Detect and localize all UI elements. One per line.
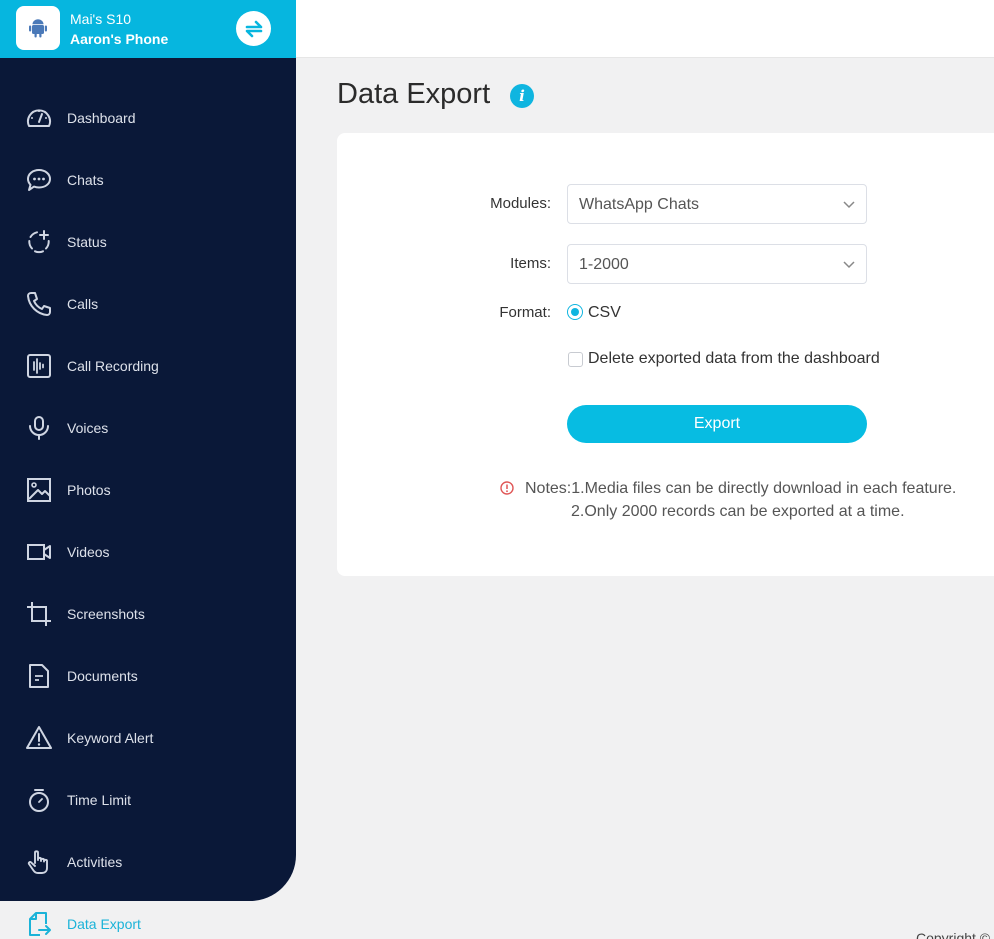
switch-device-icon xyxy=(245,20,262,37)
chevron-down-icon xyxy=(843,201,855,209)
items-select-value: 1-2000 xyxy=(579,256,629,273)
stopwatch-icon xyxy=(26,787,52,813)
sidebar-item-dashboard[interactable]: Dashboard xyxy=(0,95,296,141)
sidebar-item-label: Videos xyxy=(67,544,110,560)
crop-icon xyxy=(26,601,52,627)
device-owner: Aaron's Phone xyxy=(70,31,169,47)
sidebar-item-status[interactable]: Status xyxy=(0,219,296,265)
dashboard-gauge-icon xyxy=(26,105,52,131)
sidebar-item-label: Keyword Alert xyxy=(67,730,154,746)
chevron-down-icon xyxy=(843,261,855,269)
device-name: Mai's S10 xyxy=(70,11,132,27)
sidebar-item-label: Data Export xyxy=(67,916,141,932)
items-label: Items: xyxy=(510,255,551,272)
document-icon xyxy=(26,663,52,689)
sidebar-item-call-recording[interactable]: Call Recording xyxy=(0,343,296,389)
device-header: Mai's S10 Aaron's Phone xyxy=(0,0,296,58)
sidebar-item-time-limit[interactable]: Time Limit xyxy=(0,777,296,823)
android-icon xyxy=(16,6,60,50)
note-line-1: Notes:1.Media files can be directly down… xyxy=(525,480,957,497)
copyright-text: Copyright © xyxy=(916,930,991,939)
modules-select-value: WhatsApp Chats xyxy=(579,196,700,213)
sidebar-item-label: Call Recording xyxy=(67,358,159,374)
switch-device-button[interactable] xyxy=(236,11,271,46)
warning-circle-icon xyxy=(500,481,514,495)
sidebar-item-label: Photos xyxy=(67,482,111,498)
items-select[interactable]: 1-2000 xyxy=(567,244,867,284)
sidebar-item-voices[interactable]: Voices xyxy=(0,405,296,451)
page-title: Data Export xyxy=(337,78,491,110)
sidebar-item-label: Voices xyxy=(67,420,109,436)
audio-wave-icon xyxy=(26,353,52,379)
microphone-icon xyxy=(26,415,52,441)
sidebar-item-label: Dashboard xyxy=(67,110,136,126)
delete-exported-label[interactable]: Delete exported data from the dashboard xyxy=(588,350,880,368)
sidebar-item-label: Status xyxy=(67,234,107,250)
radio-selected-dot xyxy=(571,308,579,316)
sidebar-item-data-export[interactable]: Data Export xyxy=(6,901,306,939)
note-line-2: 2.Only 2000 records can be exported at a… xyxy=(571,503,905,520)
sidebar-item-label: Documents xyxy=(67,668,138,684)
export-file-icon xyxy=(26,911,52,937)
video-camera-icon xyxy=(26,539,52,565)
sidebar-item-videos[interactable]: Videos xyxy=(0,529,296,575)
sidebar-item-activities[interactable]: Activities xyxy=(0,839,296,885)
sidebar-item-keyword-alert[interactable]: Keyword Alert xyxy=(0,715,296,761)
image-icon xyxy=(26,477,52,503)
sidebar-item-chats[interactable]: Chats xyxy=(0,157,296,203)
status-circle-plus-icon xyxy=(26,229,52,255)
sidebar-item-label: Time Limit xyxy=(67,792,132,808)
chat-bubble-icon xyxy=(26,167,52,193)
sidebar-item-label: Chats xyxy=(67,172,104,188)
modules-select[interactable]: WhatsApp Chats xyxy=(567,184,867,224)
sidebar-item-screenshots[interactable]: Screenshots xyxy=(0,591,296,637)
sidebar-item-label: Calls xyxy=(67,296,99,312)
sidebar: Dashboard Chats Status Calls Call Record… xyxy=(0,58,296,901)
warning-triangle-icon xyxy=(26,725,52,751)
hand-pointer-icon xyxy=(26,849,52,875)
delete-exported-checkbox[interactable] xyxy=(568,352,583,367)
sidebar-item-documents[interactable]: Documents xyxy=(0,653,296,699)
csv-radio[interactable] xyxy=(567,304,583,320)
format-label: Format: xyxy=(499,304,551,321)
modules-label: Modules: xyxy=(490,195,551,212)
sidebar-item-label: Screenshots xyxy=(67,606,145,622)
sidebar-item-calls[interactable]: Calls xyxy=(0,281,296,327)
csv-radio-label[interactable]: CSV xyxy=(588,304,621,322)
sidebar-item-photos[interactable]: Photos xyxy=(0,467,296,513)
sidebar-item-label: Activities xyxy=(67,854,123,870)
info-icon[interactable]: i xyxy=(510,84,534,108)
export-button[interactable]: Export xyxy=(567,405,867,443)
phone-icon xyxy=(26,291,52,317)
